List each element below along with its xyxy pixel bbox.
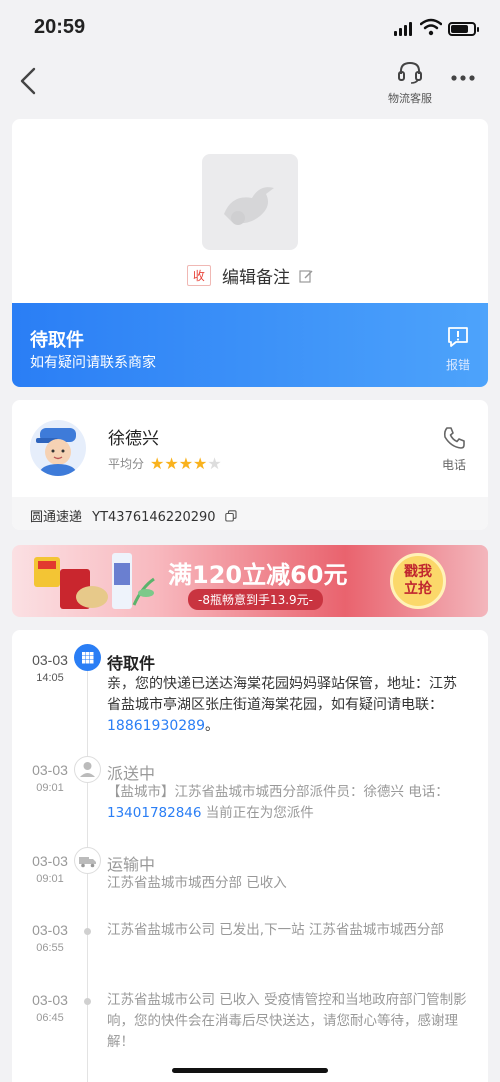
courier-phone-link[interactable]: 13401782846 <box>107 805 201 821</box>
star-icon: ★ <box>207 454 222 473</box>
receive-tag: 收 <box>186 265 211 286</box>
product-image <box>34 553 155 609</box>
package-card: 收 编辑备注 待取件 如有疑问请联系商家 报错 <box>12 119 488 387</box>
call-button[interactable]: 电话 <box>436 426 472 473</box>
event-text-end: 当前正在为您派件 <box>201 805 314 821</box>
edit-remark-label: 编辑备注 <box>222 268 290 288</box>
call-label: 电话 <box>441 458 466 472</box>
back-arrow-icon[interactable] <box>14 64 44 98</box>
status-banner: 待取件 如有疑问请联系商家 报错 <box>12 303 488 387</box>
report-label: 报错 <box>445 358 470 372</box>
event-date: 03-03 <box>32 853 68 869</box>
courier-card: 徐德兴 平均分 ★★★★★ 电话 圆通速递 YT4376146220290 <box>12 400 488 530</box>
edit-icon <box>299 269 313 283</box>
event-date: 03-03 <box>32 652 68 668</box>
event-date: 03-03 <box>32 762 68 778</box>
truck-icon <box>74 847 101 874</box>
timeline-dot <box>84 928 91 935</box>
battery-icon <box>448 22 479 36</box>
phone-icon <box>443 427 465 449</box>
service-label: 物流客服 <box>388 92 432 105</box>
star-icon: ★ <box>193 454 208 473</box>
event-title: 派送中 <box>107 764 156 783</box>
event-time: 09:01 <box>36 873 64 885</box>
tracking-bar: 圆通速递 YT4376146220290 <box>12 497 488 530</box>
tracking-number: YT4376146220290 <box>92 510 216 525</box>
event-title: 运输中 <box>107 855 156 874</box>
report-button[interactable]: 报错 <box>442 325 474 373</box>
event-time: 14:05 <box>36 672 64 684</box>
event-description: 江苏省盐城市公司 已收入 受疫情管控和当地政府部门管制影响，您的快件会在消毒后尽… <box>107 992 467 1050</box>
grid-icon <box>74 644 101 671</box>
rating-label: 平均分 <box>108 457 145 471</box>
event-description: 亲，您的快递已送达海棠花园妈妈驿站保管，地址：江苏省盐城市亭湖区张庄街道海棠花园… <box>107 674 467 737</box>
event-description: 江苏省盐城市公司 已发出,下一站 江苏省盐城市城西分部 <box>107 922 444 938</box>
package-status: 待取件 <box>30 330 84 351</box>
courier-avatar <box>30 420 86 476</box>
event-date: 03-03 <box>32 992 68 1008</box>
event-time: 06:55 <box>36 942 64 954</box>
grab-line-1: 戳我 <box>404 564 432 580</box>
pickup-phone-link[interactable]: 18861930289 <box>107 718 205 734</box>
carrier-name: 圆通速递 <box>30 510 83 525</box>
event-description: 江苏省盐城市城西分部 已收入 <box>107 875 287 891</box>
promo-headline: 满120立减60元 <box>168 561 348 589</box>
event-description: 【盐城市】江苏省盐城市城西分部派件员：徐德兴 电话： 13401782846 当前… <box>107 782 467 824</box>
star-icon: ★ <box>178 454 194 473</box>
tracking-timeline: 03-03 14:05 待取件 亲，您的快递已送达海棠花园妈妈驿站保管，地址：江… <box>12 630 488 1082</box>
event-text-end: 。 <box>204 718 219 734</box>
promo-subtitle: -8瓶畅意到手13.9元- <box>188 589 324 610</box>
event-text: 【盐城市】江苏省盐城市城西分部派件员：徐德兴 电话： <box>107 784 449 800</box>
copy-icon[interactable] <box>224 510 237 522</box>
nav-bar: 物流客服 <box>0 56 500 106</box>
headset-icon <box>398 61 422 84</box>
merchant-logo <box>202 154 298 250</box>
bird-placeholder-icon <box>224 187 274 225</box>
remark-row[interactable]: 收 编辑备注 <box>12 263 488 288</box>
courier-name: 徐德兴 <box>108 429 159 449</box>
status-subtitle: 如有疑问请联系商家 <box>30 355 156 371</box>
logistics-service-button[interactable]: 物流客服 <box>386 60 434 106</box>
status-time: 20:59 <box>34 16 86 38</box>
wifi-icon <box>420 18 442 36</box>
event-time: 06:45 <box>36 1012 64 1024</box>
report-icon <box>448 327 468 347</box>
event-time: 09:01 <box>36 782 64 794</box>
timeline-dot <box>84 998 91 1005</box>
grab-now-button[interactable]: 戳我 立抢 <box>390 553 446 609</box>
event-text: 亲，您的快递已送达海棠花园妈妈驿站保管，地址：江苏省盐城市亭湖区张庄街道海棠花园… <box>107 676 457 713</box>
courier-rating: 平均分 ★★★★★ <box>108 454 222 473</box>
event-date: 03-03 <box>32 922 68 938</box>
promo-banner[interactable]: 满120立减60元 -8瓶畅意到手13.9元- 戳我 立抢 <box>12 545 488 617</box>
status-bar: 20:59 <box>0 0 500 56</box>
user-icon <box>74 756 101 783</box>
user-icon <box>36 428 78 476</box>
signal-icon <box>394 22 414 36</box>
star-icon: ★ <box>164 454 179 473</box>
star-icon: ★ <box>150 454 165 473</box>
grab-line-2: 立抢 <box>404 581 432 597</box>
more-icon[interactable] <box>448 68 478 88</box>
event-title: 待取件 <box>107 654 156 673</box>
rating-stars: ★★★★★ <box>150 454 222 473</box>
home-indicator <box>172 1068 328 1073</box>
